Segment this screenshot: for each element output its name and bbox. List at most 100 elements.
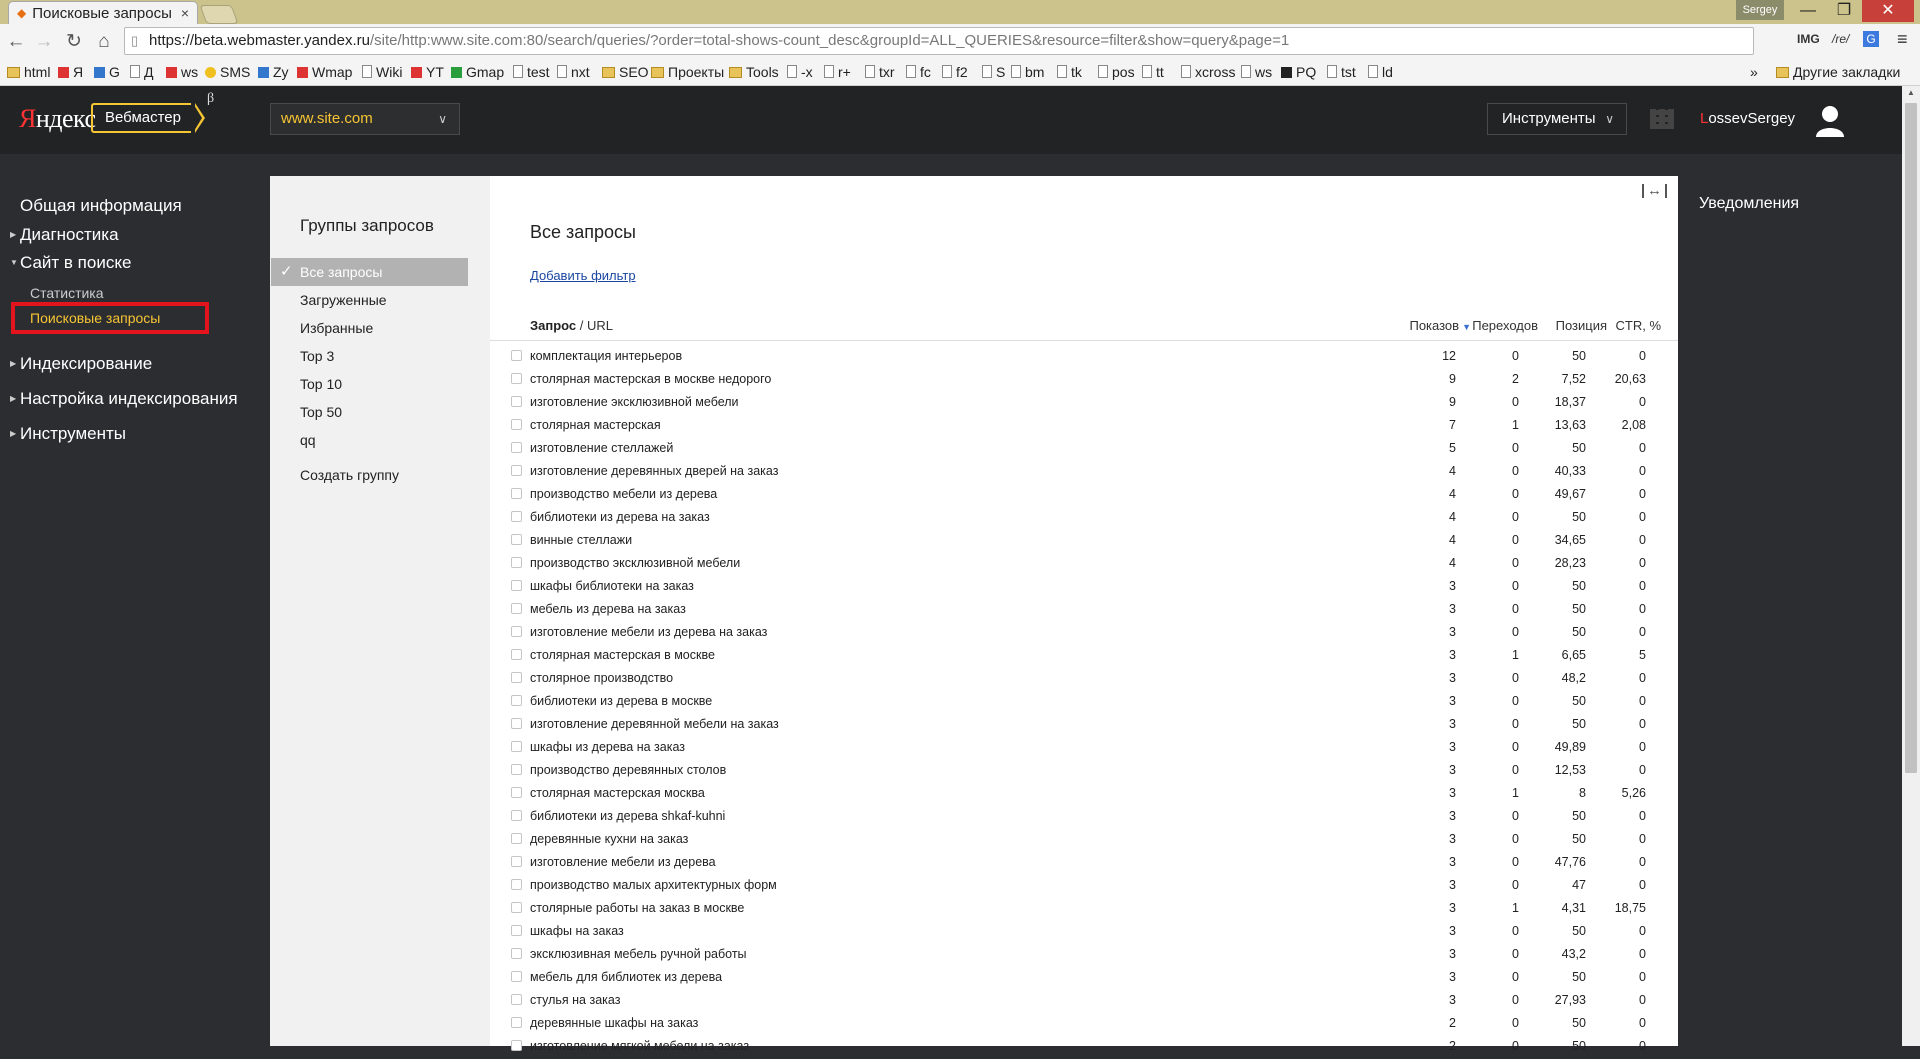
row-checkbox[interactable]	[511, 373, 522, 384]
row-checkbox[interactable]	[511, 764, 522, 775]
row-checkbox[interactable]	[511, 534, 522, 545]
bookmark-item[interactable]: Д	[130, 64, 153, 80]
bookmark-item[interactable]: YT	[411, 64, 444, 80]
group-top3[interactable]: Top 3	[300, 348, 334, 364]
scroll-up-arrow-icon[interactable]: ▲	[1902, 86, 1920, 100]
address-bar[interactable]: ▯ https://beta.webmaster.yandex.ru/site/…	[124, 27, 1754, 55]
table-row[interactable]: мебель для библиотек из дерева 3 0 50 0	[490, 967, 1678, 990]
window-minimize-button[interactable]: —	[1790, 0, 1826, 22]
table-row[interactable]: шкафы на заказ 3 0 50 0	[490, 921, 1678, 944]
user-name[interactable]: LossevSergey	[1700, 110, 1795, 127]
expand-width-icon[interactable]: ↔	[1642, 183, 1667, 198]
query-cell[interactable]: библиотеки из дерева shkaf-kuhni	[530, 809, 725, 823]
row-checkbox[interactable]	[511, 419, 522, 430]
table-row[interactable]: шкафы библиотеки на заказ 3 0 50 0	[490, 576, 1678, 599]
row-checkbox[interactable]	[511, 603, 522, 614]
column-header-position[interactable]: Позиция	[1556, 318, 1607, 333]
table-row[interactable]: производство деревянных столов 3 0 12,53 0	[490, 760, 1678, 783]
bookmark-item[interactable]: SMS	[205, 64, 250, 80]
row-checkbox[interactable]	[511, 810, 522, 821]
row-checkbox[interactable]	[511, 511, 522, 522]
table-row[interactable]: изготовление стеллажей 5 0 50 0	[490, 438, 1678, 461]
query-cell[interactable]: изготовление стеллажей	[530, 441, 673, 455]
query-cell[interactable]: изготовление мебели из дерева на заказ	[530, 625, 767, 639]
browser-tab-active[interactable]: ◆ Поисковые запросы ×	[8, 1, 198, 24]
back-arrow-icon[interactable]: ←	[4, 30, 28, 54]
bookmark-item[interactable]: Tools	[729, 64, 779, 80]
table-row[interactable]: изготовление эксклюзивной мебели 9 0 18,37 0	[490, 392, 1678, 415]
bookmark-item[interactable]: G	[94, 64, 120, 80]
bookmark-item[interactable]: test	[513, 64, 550, 80]
bookmark-item[interactable]: tt	[1142, 64, 1164, 80]
bookmark-item[interactable]: r+	[824, 64, 851, 80]
bookmark-item[interactable]: ld	[1368, 64, 1393, 80]
forward-arrow-icon[interactable]: →	[32, 30, 56, 54]
query-cell[interactable]: шкафы библиотеки на заказ	[530, 579, 694, 593]
bookmark-item[interactable]: PQ	[1281, 64, 1316, 80]
row-checkbox[interactable]	[511, 1017, 522, 1028]
bookmark-item[interactable]: S	[982, 64, 1005, 80]
query-cell[interactable]: изготовление мягкой мебели на заказ	[530, 1039, 749, 1053]
query-cell[interactable]: библиотеки из дерева в москве	[530, 694, 712, 708]
bookmark-item[interactable]: SEO	[602, 64, 649, 80]
scrollbar-thumb[interactable]	[1905, 103, 1917, 773]
bookmark-item[interactable]: Gmap	[451, 64, 504, 80]
row-checkbox[interactable]	[511, 994, 522, 1005]
bookmark-item[interactable]: txr	[865, 64, 895, 80]
column-header-ctr[interactable]: CTR, %	[1616, 318, 1662, 333]
table-row[interactable]: производство малых архитектурных форм 3 0 4…	[490, 875, 1678, 898]
table-row[interactable]: столярная мастерская москва 3 1 8 5,26	[490, 783, 1678, 806]
row-checkbox[interactable]	[511, 557, 522, 568]
table-row[interactable]: шкафы из дерева на заказ 3 0 49,89 0	[490, 737, 1678, 760]
column-header-shows[interactable]: Показов ▼	[1409, 318, 1471, 333]
query-cell[interactable]: столярная мастерская москва	[530, 786, 705, 800]
query-cell[interactable]: мебель для библиотек из дерева	[530, 970, 722, 984]
query-cell[interactable]: деревянные шкафы на заказ	[530, 1016, 698, 1030]
query-cell[interactable]: столярная мастерская в москве недорого	[530, 372, 771, 386]
window-close-button[interactable]: ✕	[1862, 0, 1914, 22]
yandex-logo[interactable]: Яндекс	[19, 104, 96, 134]
row-checkbox[interactable]	[511, 787, 522, 798]
img-extension-icon[interactable]: IMG	[1797, 32, 1820, 46]
tools-dropdown[interactable]: Инструменты ∨	[1487, 103, 1627, 135]
apps-grid-icon[interactable]	[1650, 109, 1674, 129]
nav-indexing-settings[interactable]: ▶ Настройка индексирования	[10, 389, 238, 409]
bookmark-item[interactable]: fc	[906, 64, 931, 80]
table-row[interactable]: столярные работы на заказ в москве 3 1 4,31…	[490, 898, 1678, 921]
bookmark-item[interactable]: pos	[1098, 64, 1135, 80]
row-checkbox[interactable]	[511, 580, 522, 591]
table-row[interactable]: библиотеки из дерева shkaf-kuhni 3 0 50 0	[490, 806, 1678, 829]
bookmark-item[interactable]: ws	[166, 64, 198, 80]
row-checkbox[interactable]	[511, 396, 522, 407]
table-row[interactable]: библиотеки из дерева на заказ 4 0 50 0	[490, 507, 1678, 530]
bookmark-item[interactable]: Я	[58, 64, 83, 80]
table-row[interactable]: столярная мастерская в москве недорого 9 2…	[490, 369, 1678, 392]
query-cell[interactable]: шкафы на заказ	[530, 924, 624, 938]
bookmarks-overflow-icon[interactable]: »	[1750, 64, 1758, 80]
table-row[interactable]: столярное производство 3 0 48,2 0	[490, 668, 1678, 691]
avatar-icon[interactable]	[1814, 103, 1846, 137]
row-checkbox[interactable]	[511, 856, 522, 867]
table-row[interactable]: деревянные кухни на заказ 3 0 50 0	[490, 829, 1678, 852]
table-row[interactable]: производство мебели из дерева 4 0 49,67 0	[490, 484, 1678, 507]
group-qq[interactable]: qq	[300, 432, 316, 448]
add-filter-link[interactable]: Добавить фильтр	[530, 268, 636, 283]
group-top50[interactable]: Top 50	[300, 404, 342, 420]
query-cell[interactable]: столярная мастерская в москве	[530, 648, 715, 662]
table-row[interactable]: столярная мастерская 7 1 13,63 2,08	[490, 415, 1678, 438]
browser-profile-chip[interactable]: Sergey	[1736, 0, 1784, 20]
browser-menu-icon[interactable]: ≡	[1897, 29, 1908, 50]
query-cell[interactable]: столярное производство	[530, 671, 673, 685]
nav-site-in-search[interactable]: ▼ Сайт в поиске	[10, 253, 131, 273]
row-checkbox[interactable]	[511, 971, 522, 982]
query-cell[interactable]: производство деревянных столов	[530, 763, 726, 777]
query-cell[interactable]: шкафы из дерева на заказ	[530, 740, 685, 754]
bookmark-item[interactable]: -x	[787, 64, 813, 80]
row-checkbox[interactable]	[511, 925, 522, 936]
column-header-clicks[interactable]: Переходов	[1472, 318, 1538, 333]
query-cell[interactable]: столярная мастерская	[530, 418, 661, 432]
query-cell[interactable]: производство мебели из дерева	[530, 487, 717, 501]
nav-tools[interactable]: ▶ Инструменты	[10, 424, 126, 444]
bookmark-item[interactable]: nxt	[557, 64, 590, 80]
table-row[interactable]: изготовление мебели из дерева на заказ 3 0…	[490, 622, 1678, 645]
